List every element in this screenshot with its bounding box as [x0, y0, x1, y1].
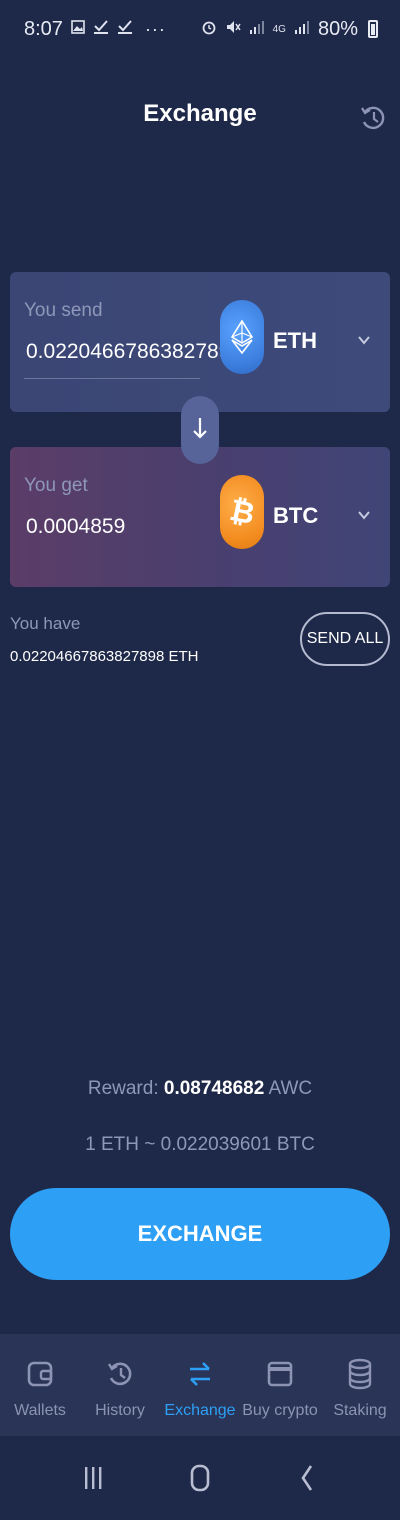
- nav-item-staking[interactable]: Staking: [320, 1334, 400, 1436]
- get-card: You get 0.0004859 ₿ BTC: [10, 447, 390, 587]
- send-label: You send: [24, 300, 103, 321]
- back-icon[interactable]: [287, 1458, 327, 1498]
- reward-unit: AWC: [268, 1078, 313, 1099]
- send-all-button[interactable]: SEND ALL: [300, 612, 390, 666]
- task-check-icon: [93, 19, 109, 40]
- more-notifications-icon: ···: [144, 18, 166, 39]
- nav-label-exchange: Exchange: [164, 1402, 236, 1419]
- swap-direction-button[interactable]: [181, 396, 219, 464]
- nav-item-buy-crypto[interactable]: Buy crypto: [240, 1334, 320, 1436]
- mute-icon: [225, 19, 241, 40]
- system-nav-bar: [0, 1436, 400, 1520]
- status-bar: 8:07 ··· 4G 80%: [0, 0, 400, 58]
- ethereum-icon[interactable]: [220, 300, 264, 374]
- nav-label-buy-crypto: Buy crypto: [242, 1402, 318, 1419]
- chevron-down-icon[interactable]: [356, 332, 372, 348]
- nav-label-staking: Staking: [333, 1402, 387, 1419]
- status-right: 4G 80%: [201, 18, 378, 41]
- alarm-icon: [201, 19, 217, 40]
- send-coin-symbol[interactable]: ETH: [273, 328, 317, 354]
- nav-label-wallets: Wallets: [14, 1402, 66, 1419]
- status-left: 8:07 ···: [24, 18, 166, 41]
- nav-item-wallets[interactable]: Wallets: [0, 1334, 80, 1436]
- wallet-icon: [24, 1356, 56, 1392]
- bottom-nav: Wallets History Exchange Buy crypto Stak…: [0, 1334, 400, 1436]
- buy-crypto-icon: [264, 1356, 296, 1392]
- signal-icon: [294, 19, 310, 40]
- home-icon[interactable]: [180, 1458, 220, 1498]
- status-time: 8:07: [24, 17, 63, 40]
- history-icon: [104, 1356, 136, 1392]
- get-coin-symbol[interactable]: BTC: [273, 503, 318, 529]
- exchange-button[interactable]: EXCHANGE: [10, 1188, 390, 1280]
- battery-percent: 80%: [317, 17, 358, 40]
- balance-label: You have: [10, 614, 81, 633]
- get-amount: 0.0004859: [26, 515, 126, 538]
- recent-apps-icon[interactable]: [73, 1458, 113, 1498]
- battery-icon: [368, 20, 378, 38]
- nav-item-exchange[interactable]: Exchange: [160, 1334, 240, 1436]
- reward-amount: 0.08748682: [163, 1078, 265, 1099]
- exchange-rate: 1 ETH ~ 0.022039601 BTC: [85, 1134, 315, 1155]
- send-amount-input[interactable]: 0.0220466786382789​8: [26, 340, 242, 364]
- page-title: Exchange: [143, 100, 257, 127]
- nav-label-history: History: [95, 1402, 145, 1419]
- bitcoin-icon[interactable]: ₿: [220, 475, 264, 549]
- arrow-down-icon: [192, 416, 208, 445]
- history-clock-icon[interactable]: [358, 100, 388, 136]
- reward-prefix: Reward:: [87, 1078, 159, 1099]
- staking-icon: [344, 1356, 376, 1392]
- exchange-icon: [184, 1356, 216, 1392]
- chevron-down-icon[interactable]: [356, 507, 372, 523]
- gallery-notification-icon: [71, 19, 85, 39]
- send-card: You send 0.0220466786382789​8 ETH: [10, 272, 390, 412]
- reward-line: Reward: 0.08748682 AWC: [0, 1078, 400, 1100]
- signal-icon: [249, 19, 265, 40]
- get-label: You get: [24, 475, 88, 496]
- balance-value: 0.02204667863827898 ETH: [10, 648, 199, 665]
- task-check-icon: [117, 19, 133, 40]
- nav-item-history[interactable]: History: [80, 1334, 160, 1436]
- amount-underline: [24, 378, 200, 379]
- network-type: 4G: [272, 23, 286, 35]
